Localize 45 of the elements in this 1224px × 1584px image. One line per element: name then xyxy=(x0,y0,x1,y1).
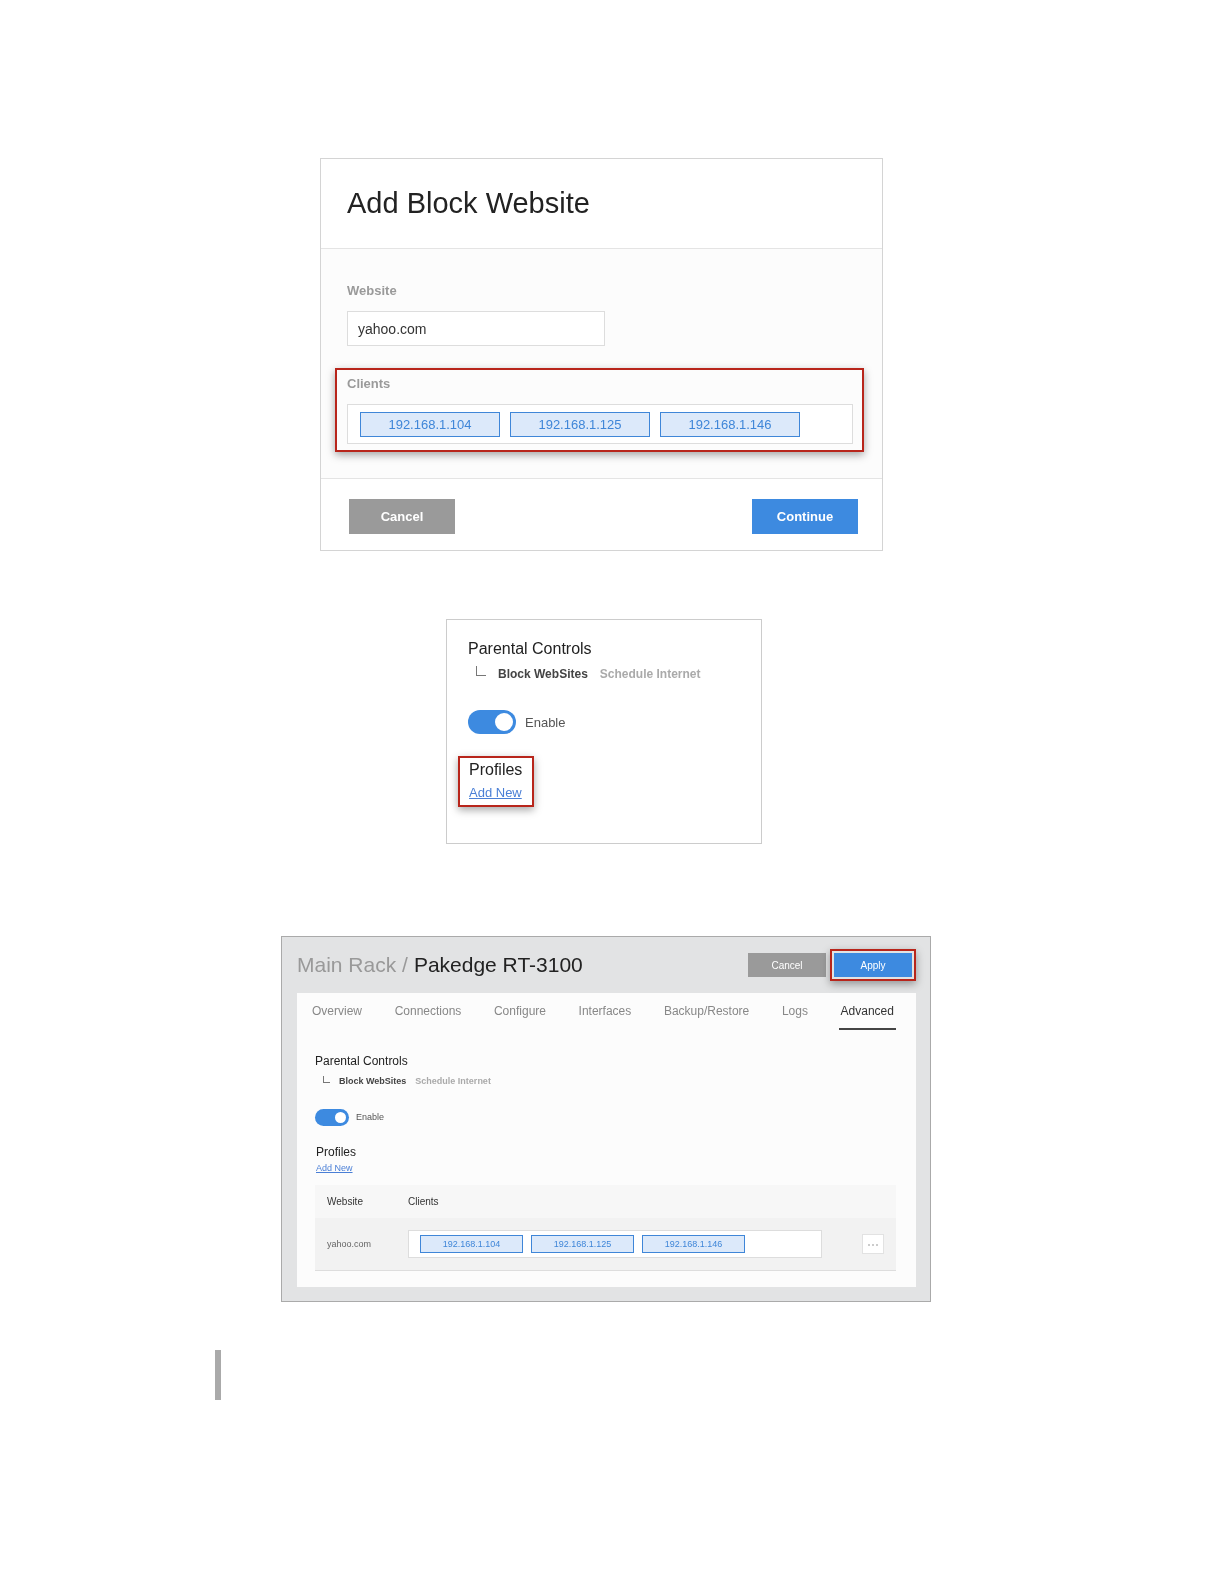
column-header: Clients xyxy=(408,1195,439,1207)
more-icon xyxy=(867,1242,879,1247)
website-field[interactable]: yahoo.com xyxy=(347,311,605,346)
apply-button[interactable]: Apply xyxy=(834,953,912,977)
field-label: Website xyxy=(347,283,398,298)
sub-tab[interactable]: Schedule Internet xyxy=(599,666,701,681)
nav-tab[interactable]: Advanced xyxy=(838,993,896,1030)
sub-tab[interactable]: Block WebSites xyxy=(498,666,588,681)
client-tag: 192.168.1.125 xyxy=(510,411,650,437)
column-header: Website xyxy=(327,1195,364,1207)
client-tag: 192.168.1.104 xyxy=(360,411,500,437)
client-tag: 192.168.1.104 xyxy=(420,1234,523,1253)
section-title: Profiles xyxy=(316,1144,356,1159)
client-tag: 192.168.1.146 xyxy=(642,1234,745,1253)
nav-tab[interactable]: Connections xyxy=(392,993,464,1030)
clients-field[interactable]: 192.168.1.104 192.168.1.125 192.168.1.146 xyxy=(408,1229,822,1258)
enable-label: Enable xyxy=(356,1112,385,1122)
nav-tab[interactable]: Interfaces xyxy=(576,993,634,1030)
toggle-switch[interactable] xyxy=(315,1108,349,1126)
cancel-button[interactable]: Cancel xyxy=(349,499,455,534)
add-new-link[interactable]: Add New xyxy=(469,785,523,800)
sub-tab[interactable]: Block WebSites xyxy=(339,1076,407,1087)
section-title: Parental Controls xyxy=(315,1054,409,1068)
section-title: Profiles xyxy=(469,761,523,779)
sub-tab[interactable]: Schedule Internet xyxy=(415,1076,491,1087)
enable-label: Enable xyxy=(525,714,566,730)
continue-button[interactable]: Continue xyxy=(752,499,858,534)
client-tag: 192.168.1.125 xyxy=(531,1234,634,1253)
device-name: Pakedge RT-3100 xyxy=(413,953,583,977)
tree-elbow-icon xyxy=(323,1076,330,1083)
toggle-switch[interactable] xyxy=(468,710,516,734)
add-new-link[interactable]: Add New xyxy=(316,1162,356,1173)
breadcrumb-parent[interactable]: Main Rack / xyxy=(297,953,408,977)
nav-tab[interactable]: Overview xyxy=(310,993,364,1030)
nav-tab[interactable]: Backup/Restore xyxy=(661,993,752,1030)
table-cell-text: yahoo.com xyxy=(327,1238,373,1249)
tree-elbow-icon xyxy=(476,666,486,676)
nav-tab[interactable]: Logs xyxy=(779,993,810,1030)
field-label: Clients xyxy=(347,376,392,391)
nav-tab[interactable]: Configure xyxy=(491,993,548,1030)
clients-field[interactable]: 192.168.1.104 192.168.1.125 192.168.1.146 xyxy=(347,404,853,444)
client-tag: 192.168.1.146 xyxy=(660,411,800,437)
section-title: Parental Controls xyxy=(468,640,593,658)
dialog-title: Add Block Website xyxy=(347,187,590,220)
cancel-button[interactable]: Cancel xyxy=(748,953,826,977)
